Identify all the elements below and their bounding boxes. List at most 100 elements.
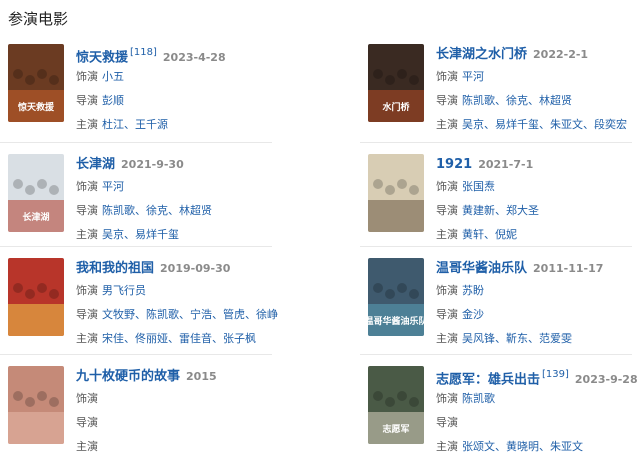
role-names[interactable]: 张国焘 [462, 180, 495, 193]
role-label: 饰演 [436, 284, 458, 297]
director-row: 导演 彭顺 [76, 91, 308, 110]
reference-link[interactable]: [139] [542, 369, 569, 380]
movie-card: 水门桥 长津湖之水门桥 2022-2-1 饰演 平河 导演 陈凯歌、徐克、林超贤 主演 吴京、易… [368, 44, 640, 144]
movie-info: 温哥华酱油乐队 2011-11-17 饰演 苏盼 导演 金沙 主演 吴风锋、靳东、范爱雯 [436, 258, 640, 348]
cast-label: 主演 [436, 440, 458, 453]
director-names[interactable]: 文牧野、陈凯歌、宁浩、管虎、徐峥 [102, 308, 278, 321]
movie-card: 我和我的祖国 2019-09-30 饰演 男飞行员 导演 文牧野、陈凯歌、宁浩、管虎、徐峥… [8, 258, 308, 358]
movie-title-link[interactable]: 1921 [436, 157, 472, 172]
movie-poster[interactable]: 志愿军 [368, 366, 424, 444]
role-row: 饰演 小五 [76, 67, 308, 86]
role-row: 饰演 平河 [76, 177, 308, 196]
cast-row: 主演 宋佳、佟丽娅、雷佳音、张子枫 [76, 329, 308, 348]
movie-card: 惊天救援 惊天救援 [118] 2023-4-28 饰演 小五 导演 彭顺 主演 杜江、王千源 [8, 44, 308, 144]
director-row: 导演 [76, 413, 308, 432]
director-label: 导演 [436, 94, 458, 107]
poster-wengehua-art: 温哥华酱油乐队 [368, 258, 424, 336]
poster-zuguo-art [8, 258, 64, 336]
movie-info: 九十枚硬币的故事 2015 饰演 导演 主演 [76, 366, 308, 456]
director-names[interactable]: 陈凯歌、徐克、林超贤 [102, 204, 212, 217]
poster-text: 惊天救援 [18, 101, 55, 113]
role-names[interactable]: 陈凯歌 [462, 392, 495, 405]
cast-row: 主演 吴风锋、靳东、范爱雯 [436, 329, 640, 348]
release-date: 2015 [186, 370, 217, 383]
movie-card: 温哥华酱油乐队 温哥华酱油乐队 2011-11-17 饰演 苏盼 导演 金沙 主演 吴风锋、靳东… [368, 258, 640, 358]
director-label: 导演 [76, 308, 98, 321]
cast-names[interactable]: 杜江、王千源 [102, 118, 168, 131]
role-label: 饰演 [76, 284, 98, 297]
movie-title-link[interactable]: 志愿军：雄兵出击 [436, 372, 540, 387]
cast-label: 主演 [436, 332, 458, 345]
cast-names[interactable]: 宋佳、佟丽娅、雷佳音、张子枫 [102, 332, 256, 345]
cast-names[interactable]: 黄轩、倪妮 [462, 228, 517, 241]
director-names[interactable]: 彭顺 [102, 94, 124, 107]
movie-card: 九十枚硬币的故事 2015 饰演 导演 主演 [8, 366, 308, 466]
movie-poster[interactable]: 温哥华酱油乐队 [368, 258, 424, 336]
poster-zhiyuanjun-art: 志愿军 [368, 366, 424, 444]
role-names[interactable]: 平河 [462, 70, 484, 83]
cast-names[interactable]: 吴风锋、靳东、范爱雯 [462, 332, 572, 345]
role-names[interactable]: 苏盼 [462, 284, 484, 297]
director-names[interactable]: 陈凯歌、徐克、林超贤 [462, 94, 572, 107]
movie-card: 志愿军 志愿军：雄兵出击 [139] 2023-9-28 饰演 陈凯歌 导演 主演 张颂文、黄晓… [368, 366, 640, 466]
movie-card: 长津湖 长津湖 2021-9-30 饰演 平河 导演 陈凯歌、徐克、林超贤 主演 吴京、易烊千玺 [8, 154, 308, 254]
director-label: 导演 [436, 416, 458, 429]
title-line: 长津湖 2021-9-30 [76, 154, 308, 172]
cast-row: 主演 吴京、易烊千玺、朱亚文、段奕宏 [436, 115, 640, 134]
poster-shuimenqiao-art: 水门桥 [368, 44, 424, 122]
poster-text: 温哥华酱油乐队 [368, 315, 424, 327]
role-row: 饰演 张国焘 [436, 177, 640, 196]
movie-info: 惊天救援 [118] 2023-4-28 饰演 小五 导演 彭顺 主演 杜江、王千源 [76, 44, 308, 134]
role-names[interactable]: 平河 [102, 180, 124, 193]
title-line: 惊天救援 [118] 2023-4-28 [76, 44, 308, 65]
movie-poster[interactable]: 水门桥 [368, 44, 424, 122]
director-row: 导演 [436, 413, 640, 432]
cast-names[interactable]: 吴京、易烊千玺、朱亚文、段奕宏 [462, 118, 627, 131]
movie-title-link[interactable]: 惊天救援 [76, 50, 128, 65]
cast-label: 主演 [76, 440, 98, 453]
cast-row: 主演 张颂文、黄晓明、朱亚文 [436, 437, 640, 456]
movie-poster[interactable] [8, 258, 64, 336]
role-label: 饰演 [436, 180, 458, 193]
reference-link[interactable]: [118] [130, 47, 157, 58]
release-date: 2022-2-1 [533, 48, 589, 61]
movie-grid: 惊天救援 惊天救援 [118] 2023-4-28 饰演 小五 导演 彭顺 主演 杜江、王千源 水门… [0, 0, 640, 453]
director-names[interactable]: 黄建新、郑大圣 [462, 204, 539, 217]
movie-title-link[interactable]: 长津湖 [76, 157, 115, 172]
cast-names[interactable]: 吴京、易烊千玺 [102, 228, 179, 241]
director-row: 导演 陈凯歌、徐克、林超贤 [76, 201, 308, 220]
release-date: 2021-7-1 [478, 158, 534, 171]
movie-card: 1921 2021-7-1 饰演 张国焘 导演 黄建新、郑大圣 主演 黄轩、倪妮 [368, 154, 640, 254]
cast-names[interactable]: 张颂文、黄晓明、朱亚文 [462, 440, 583, 453]
role-row: 饰演 平河 [436, 67, 640, 86]
poster-text: 长津湖 [22, 211, 49, 223]
movie-title-link[interactable]: 长津湖之水门桥 [436, 47, 527, 62]
movie-info: 我和我的祖国 2019-09-30 饰演 男飞行员 导演 文牧野、陈凯歌、宁浩、管虎、徐峥… [76, 258, 308, 348]
movie-title-link[interactable]: 我和我的祖国 [76, 261, 154, 276]
director-names[interactable]: 金沙 [462, 308, 484, 321]
movie-poster[interactable] [368, 154, 424, 232]
role-names[interactable]: 小五 [102, 70, 124, 83]
poster-text: 水门桥 [382, 101, 410, 113]
role-names[interactable]: 男飞行员 [102, 284, 146, 297]
title-line: 温哥华酱油乐队 2011-11-17 [436, 258, 640, 276]
title-line: 1921 2021-7-1 [436, 154, 640, 172]
director-label: 导演 [76, 204, 98, 217]
movie-title-link[interactable]: 温哥华酱油乐队 [436, 261, 527, 276]
title-line: 九十枚硬币的故事 2015 [76, 366, 308, 384]
release-date: 2023-4-28 [162, 51, 226, 65]
movie-poster[interactable]: 长津湖 [8, 154, 64, 232]
poster-jingtian-art: 惊天救援 [8, 44, 64, 122]
director-label: 导演 [436, 308, 458, 321]
movie-poster[interactable]: 惊天救援 [8, 44, 64, 122]
director-label: 导演 [436, 204, 458, 217]
title-line: 我和我的祖国 2019-09-30 [76, 258, 308, 276]
director-label: 导演 [76, 94, 98, 107]
movie-info: 长津湖之水门桥 2022-2-1 饰演 平河 导演 陈凯歌、徐克、林超贤 主演 吴京、易烊千玺… [436, 44, 640, 134]
role-row: 饰演 苏盼 [436, 281, 640, 300]
movie-poster[interactable] [8, 366, 64, 444]
role-label: 饰演 [436, 70, 458, 83]
movie-title-link[interactable]: 九十枚硬币的故事 [76, 369, 180, 384]
director-row: 导演 金沙 [436, 305, 640, 324]
cast-label: 主演 [436, 228, 458, 241]
